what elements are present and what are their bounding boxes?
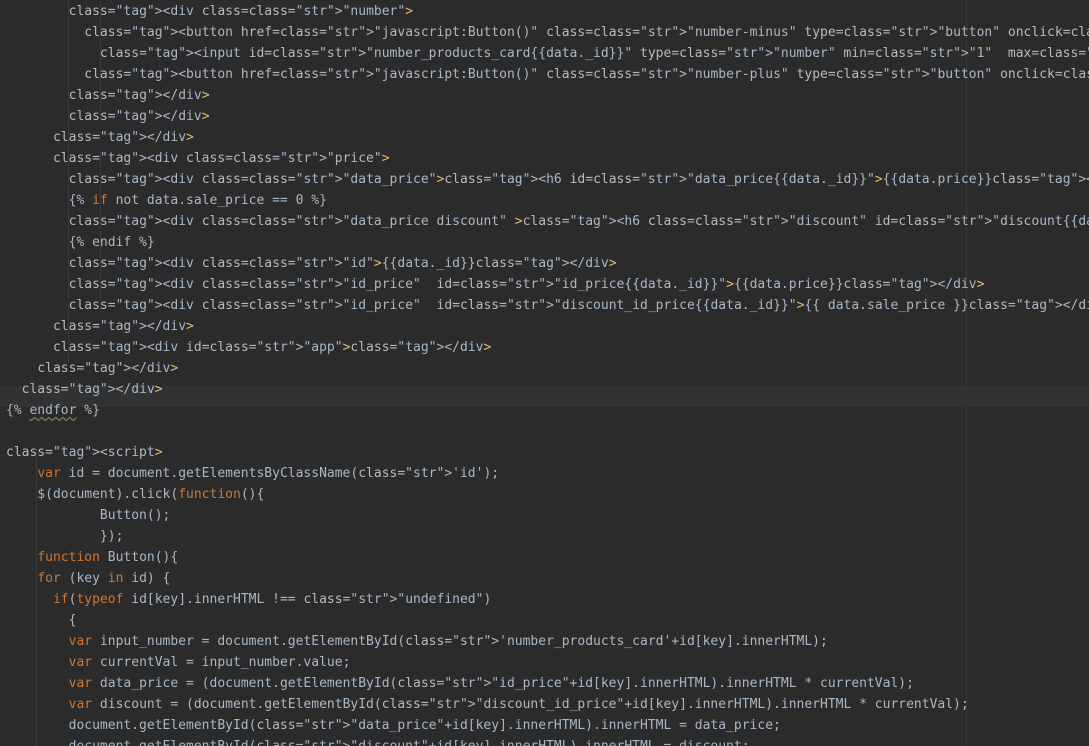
code-line[interactable]: class="tag"><div class=class="str">"id">… <box>6 253 1089 274</box>
code-line[interactable]: {% endif %} <box>6 232 1089 253</box>
code-line[interactable]: for (key in id) { <box>6 568 1089 589</box>
code-line[interactable]: var discount = (document.getElementById(… <box>6 694 1089 715</box>
code-line[interactable] <box>6 421 1089 442</box>
code-line[interactable]: class="tag"><div class=class="str">"data… <box>6 169 1089 190</box>
code-line[interactable]: function Button(){ <box>6 547 1089 568</box>
code-line[interactable]: { <box>6 610 1089 631</box>
code-line[interactable]: class="tag"></div> <box>6 106 1089 127</box>
code-line[interactable]: document.getElementById(class="str">"dat… <box>6 715 1089 736</box>
code-line[interactable]: class="tag"></div> <box>6 358 1089 379</box>
code-line[interactable]: {% endfor %} <box>6 400 1089 421</box>
code-line[interactable]: var id = document.getElementsByClassName… <box>6 463 1089 484</box>
code-editor[interactable]: class="tag"><div class=class="str">"numb… <box>0 0 1089 746</box>
code-line[interactable]: var input_number = document.getElementBy… <box>6 631 1089 652</box>
code-line[interactable]: class="tag"><button href=class="str">"ja… <box>6 22 1089 43</box>
code-line[interactable]: class="tag"></div> <box>6 85 1089 106</box>
code-line[interactable]: if(typeof id[key].innerHTML !== class="s… <box>6 589 1089 610</box>
code-line[interactable]: {% if not data.sale_price == 0 %} <box>6 190 1089 211</box>
code-line[interactable]: class="tag"></div> <box>6 379 1089 400</box>
code-line[interactable]: class="tag"><div id=class="str">"app">cl… <box>6 337 1089 358</box>
code-line[interactable]: class="tag"><div class=class="str">"id_p… <box>6 295 1089 316</box>
code-line[interactable]: document.getElementById(class="str">"dis… <box>6 736 1089 746</box>
code-line[interactable]: class="tag"></div> <box>6 316 1089 337</box>
code-line[interactable]: var data_price = (document.getElementByI… <box>6 673 1089 694</box>
code-line[interactable]: class="tag"><div class=class="str">"id_p… <box>6 274 1089 295</box>
code-line[interactable]: class="tag"><script> <box>6 442 1089 463</box>
code-line[interactable]: class="tag"><div class=class="str">"pric… <box>6 148 1089 169</box>
code-lines: class="tag"><div class=class="str">"numb… <box>6 1 1089 746</box>
code-line[interactable]: Button(); <box>6 505 1089 526</box>
code-line[interactable]: class="tag"></div> <box>6 127 1089 148</box>
code-line[interactable]: class="tag"><button href=class="str">"ja… <box>6 64 1089 85</box>
code-line[interactable]: class="tag"><input id=class="str">"numbe… <box>6 43 1089 64</box>
code-line[interactable]: var currentVal = input_number.value; <box>6 652 1089 673</box>
code-line[interactable]: class="tag"><div class=class="str">"numb… <box>6 1 1089 22</box>
code-line[interactable]: class="tag"><div class=class="str">"data… <box>6 211 1089 232</box>
code-line[interactable]: $(document).click(function(){ <box>6 484 1089 505</box>
code-line[interactable]: }); <box>6 526 1089 547</box>
